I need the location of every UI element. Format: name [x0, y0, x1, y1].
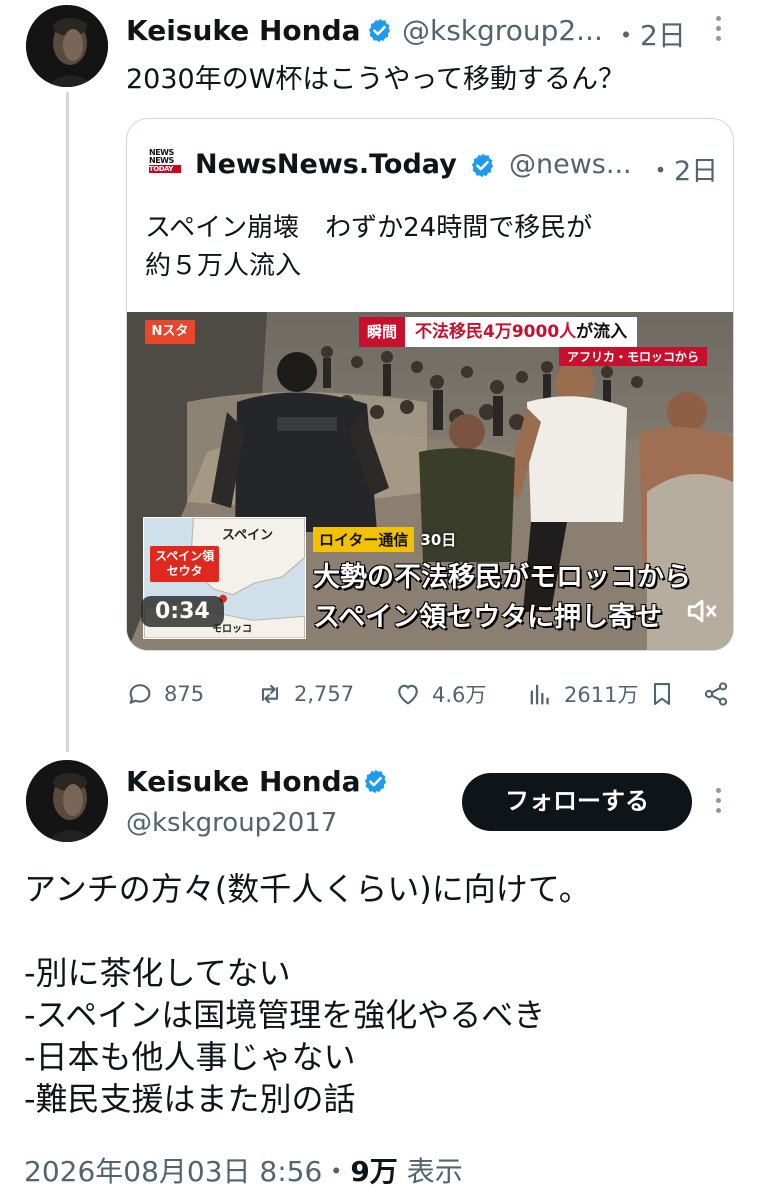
- share-icon: [704, 682, 728, 706]
- tweet-meta: 2026年08月03日 8:56・9万 表示: [24, 1150, 463, 1190]
- more-options-icon[interactable]: [713, 16, 723, 46]
- quoted-author-handle[interactable]: @news...: [509, 149, 632, 180]
- main-tweet-line: -スペインは国境管理を強化やるべき: [24, 996, 546, 1034]
- analytics-icon: [530, 684, 549, 705]
- like-button[interactable]: 4.6万: [394, 676, 486, 712]
- main-tweet-line: -別に茶化してない: [24, 954, 291, 992]
- video-player[interactable]: Nスタ 瞬間 不法移民4万9000人が流入 アフリカ・モロッコから スペイン ス…: [127, 312, 733, 650]
- quoted-author-name[interactable]: NewsNews.Today: [195, 149, 457, 180]
- main-tweet-line: -難民支援はまた別の話: [24, 1080, 356, 1118]
- meta-separator: ・: [322, 1155, 351, 1188]
- tweet-views-label: 表示: [406, 1155, 463, 1188]
- source-credit: ロイター通信 30日: [313, 527, 456, 552]
- quoted-tweet-text: スペイン崩壊 わずか24時間で移民が 約５万人流入: [145, 209, 592, 285]
- reply-icon: [129, 684, 151, 704]
- thread-connector-line: [66, 92, 69, 752]
- channel-badge: Nスタ: [145, 320, 195, 344]
- breaking-headline: 不法移民4万9000人が流入: [405, 317, 638, 347]
- breaking-banner: 瞬間 不法移民4万9000人が流入: [359, 317, 638, 347]
- parent-author-handle[interactable]: @kskgroup2...: [402, 14, 603, 47]
- parent-tweet-time[interactable]: ・2日: [612, 14, 686, 54]
- bookmark-icon: [653, 683, 671, 705]
- verified-badge-icon: [368, 18, 391, 43]
- parent-author-name[interactable]: Keisuke Honda: [126, 14, 361, 47]
- tweet-action-bar: 875 2,757 4.6万 2611万: [126, 676, 734, 712]
- repost-icon: [261, 684, 279, 704]
- reply-button[interactable]: 875: [126, 676, 204, 712]
- share-button[interactable]: [702, 676, 730, 712]
- heart-icon: [398, 684, 418, 705]
- avatar-photo: [26, 5, 108, 87]
- newsnews-logo: NEWS NEWS TODAY: [149, 149, 181, 181]
- map-label-spain: スペイン: [222, 528, 274, 543]
- tweet-timestamp[interactable]: 2026年08月03日 8:56: [24, 1155, 322, 1188]
- main-author-name[interactable]: Keisuke Honda: [126, 765, 361, 798]
- follow-button[interactable]: フォローする: [462, 773, 692, 831]
- quoted-text-line: スペイン崩壊 わずか24時間で移民が: [145, 213, 593, 243]
- tweet-views-count: 9万: [350, 1155, 398, 1188]
- views-button[interactable]: 2611万: [526, 676, 638, 712]
- verified-badge-icon: [471, 153, 494, 178]
- main-author-handle[interactable]: @kskgroup2017: [126, 808, 337, 838]
- map-label-ceuta: スペイン領 セウタ: [150, 546, 220, 582]
- quoted-tweet-card[interactable]: NEWS NEWS TODAY NewsNews.Today @news... …: [126, 118, 734, 651]
- avatar-photo: [26, 760, 108, 842]
- breaking-subtitle: アフリカ・モロッコから: [559, 347, 708, 366]
- main-tweet-line: -日本も他人事じゃない: [24, 1038, 356, 1076]
- views-count: 2611万: [564, 683, 639, 707]
- source-date: 30日: [420, 531, 457, 549]
- main-tweet-line: アンチの方々(数千人くらい)に向けて。: [24, 870, 591, 908]
- more-options-icon[interactable]: [713, 788, 723, 818]
- bookmark-button[interactable]: [648, 676, 676, 712]
- video-caption: 大勢の不法移民がモロッコから スペイン領セウタに押し寄せ: [313, 562, 691, 633]
- repost-count: 2,757: [294, 682, 355, 706]
- source-tag: ロイター通信: [313, 527, 415, 552]
- parent-tweet-text: 2030年のW杯はこうやって移動するん？: [126, 64, 626, 95]
- repost-button[interactable]: 2,757: [256, 676, 354, 712]
- breaking-tag: 瞬間: [359, 317, 406, 347]
- video-duration: 0:34: [141, 596, 224, 627]
- verified-badge-icon: [364, 769, 387, 794]
- main-author-avatar[interactable]: [26, 760, 108, 842]
- like-count: 4.6万: [432, 683, 487, 707]
- quoted-tweet-time[interactable]: ・2日: [647, 149, 718, 188]
- mute-icon[interactable]: [685, 594, 719, 628]
- parent-author-avatar[interactable]: [26, 5, 108, 87]
- quoted-text-line: 約５万人流入: [145, 251, 302, 281]
- reply-count: 875: [164, 682, 205, 706]
